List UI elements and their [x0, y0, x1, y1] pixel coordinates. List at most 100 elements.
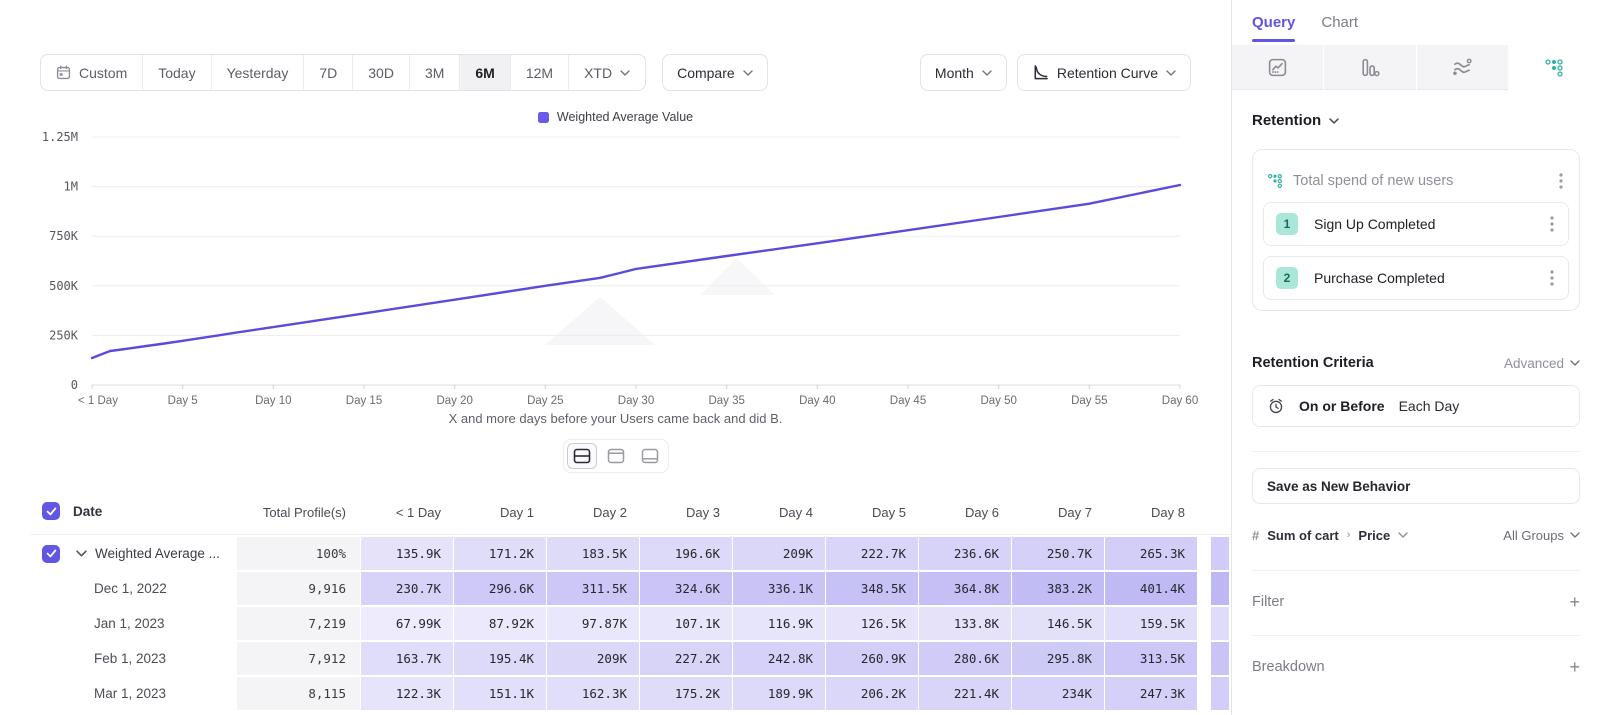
- all-groups-dropdown[interactable]: All Groups: [1503, 528, 1580, 543]
- step-menu-button[interactable]: [1548, 268, 1556, 288]
- column-header[interactable]: < 1 Day: [361, 505, 453, 520]
- behavior-step-1[interactable]: 1Sign Up Completed: [1263, 202, 1569, 246]
- retention-value-cell: 313.5K: [1105, 642, 1197, 675]
- retention-value-cell: 247.3K: [1105, 677, 1197, 710]
- chart-type-button[interactable]: Retention Curve: [1017, 54, 1191, 91]
- row-checkbox[interactable]: [42, 545, 60, 563]
- tab-chart[interactable]: Chart: [1321, 0, 1358, 45]
- retention-value-cell: 146.5K: [1012, 607, 1104, 640]
- expand-caret-icon[interactable]: [76, 550, 87, 557]
- layout-chart-view-button[interactable]: [601, 443, 631, 469]
- date-cell: Jan 1, 2023: [30, 607, 236, 640]
- behavior-step-2[interactable]: 2Purchase Completed: [1263, 256, 1569, 300]
- retention-icon: [1544, 58, 1564, 78]
- behavior-card: Total spend of new users 1Sign Up Comple…: [1252, 149, 1580, 311]
- chevron-down-icon: [1329, 118, 1339, 124]
- kebab-icon: [1559, 173, 1563, 189]
- retention-value-cell: 401.4K: [1105, 572, 1197, 605]
- svg-text:0: 0: [71, 378, 78, 392]
- svg-text:Day 45: Day 45: [890, 395, 926, 407]
- report-type-retention[interactable]: [1509, 45, 1600, 90]
- svg-text:1.25M: 1.25M: [42, 130, 78, 144]
- retention-value-cell: 311.5K: [547, 572, 639, 605]
- step-number-badge: 1: [1276, 213, 1298, 235]
- column-header[interactable]: Day 6: [919, 505, 1011, 520]
- report-type-insights[interactable]: [1232, 45, 1323, 90]
- report-type-funnels[interactable]: [1324, 45, 1415, 90]
- retention-value-cell: 163.7K: [361, 642, 453, 675]
- row-checkbox[interactable]: [42, 502, 60, 520]
- retention-section-header[interactable]: Retention: [1252, 112, 1580, 129]
- layout-table-view-button[interactable]: [635, 443, 665, 469]
- add-breakdown-button[interactable]: +: [1569, 658, 1580, 676]
- retention-value-cell: 236.6K: [919, 537, 1011, 570]
- save-as-new-behavior-button[interactable]: Save as New Behavior: [1252, 468, 1580, 504]
- retention-value-cell: 348.5K: [826, 572, 918, 605]
- range-today[interactable]: Today: [143, 55, 211, 90]
- check-icon: [46, 507, 57, 516]
- retention-value-cell: 227.2K: [640, 642, 732, 675]
- granularity-button[interactable]: Month: [920, 54, 1007, 91]
- range-custom[interactable]: Custom: [41, 55, 143, 90]
- retention-value-cell: 122.3K: [361, 677, 453, 710]
- kebab-icon: [1550, 216, 1554, 232]
- column-header[interactable]: Day 2: [547, 505, 639, 520]
- table-row[interactable]: Dec 1, 20229,916230.7K296.6K311.5K324.6K…: [30, 572, 1231, 605]
- check-icon: [46, 549, 57, 558]
- column-header[interactable]: Day 7: [1012, 505, 1104, 520]
- tab-query[interactable]: Query: [1252, 0, 1295, 45]
- chevron-down-icon: [1570, 360, 1580, 366]
- retention-icon: [1267, 173, 1283, 189]
- layout-split-view-button[interactable]: [567, 443, 597, 469]
- column-header[interactable]: Day 4: [733, 505, 825, 520]
- svg-text:Day 30: Day 30: [618, 395, 654, 407]
- range-7d[interactable]: 7D: [304, 55, 353, 90]
- table-row[interactable]: Weighted Average ...100%135.9K171.2K183.…: [30, 537, 1231, 570]
- column-header[interactable]: Day 1: [454, 505, 546, 520]
- flows-icon: [1451, 56, 1473, 78]
- date-column-header[interactable]: Date: [30, 502, 236, 520]
- svg-text:Day 40: Day 40: [799, 395, 835, 407]
- compare-button[interactable]: Compare: [662, 54, 768, 91]
- range-xtd[interactable]: XTD: [569, 55, 645, 90]
- behavior-menu-button[interactable]: [1557, 171, 1565, 191]
- report-type-flows[interactable]: [1417, 45, 1508, 90]
- svg-text:500K: 500K: [49, 279, 79, 293]
- range-3m[interactable]: 3M: [410, 55, 460, 90]
- step-menu-button[interactable]: [1548, 214, 1556, 234]
- chart-legend: Weighted Average Value: [0, 107, 1231, 127]
- sidebar-tabs: Query Chart: [1232, 0, 1600, 45]
- retention-value-cell: 364.8K: [919, 572, 1011, 605]
- column-header[interactable]: Day 5: [826, 505, 918, 520]
- retention-timing-row[interactable]: On or Before Each Day: [1252, 385, 1580, 427]
- chart-type-label: Retention Curve: [1057, 65, 1158, 81]
- breakdown-label: Breakdown: [1252, 659, 1325, 675]
- add-filter-button[interactable]: +: [1569, 593, 1580, 611]
- step-event-label: Purchase Completed: [1314, 270, 1532, 286]
- retention-value-cell: 209K: [547, 642, 639, 675]
- column-header[interactable]: Total Profile(s): [237, 505, 360, 520]
- criteria-mode-dropdown[interactable]: Advanced: [1504, 356, 1580, 371]
- measurement-row[interactable]: # Sum of cart › Price All Groups: [1252, 524, 1580, 546]
- date-cell: Weighted Average ...: [30, 537, 236, 570]
- range-6m[interactable]: 6M: [460, 55, 510, 90]
- insights-icon: [1267, 57, 1288, 78]
- retention-value-cell: 209K: [733, 537, 825, 570]
- svg-text:Day 60: Day 60: [1162, 395, 1198, 407]
- total-profiles-cell: 7,219: [237, 607, 360, 640]
- retention-curve-plot[interactable]: 0250K500K750K1M1.25M< 1 DayDay 5Day 10Da…: [0, 127, 1231, 411]
- column-header[interactable]: Day 8: [1105, 505, 1197, 520]
- table-row[interactable]: Feb 1, 20237,912163.7K195.4K209K227.2K24…: [30, 642, 1231, 675]
- filter-section: Filter +: [1252, 593, 1580, 611]
- retention-report-app: CustomTodayYesterday7D30D3M6M12MXTD Comp…: [0, 0, 1600, 715]
- table-row[interactable]: Jan 1, 20237,21967.99K87.92K97.87K107.1K…: [30, 607, 1231, 640]
- range-12m[interactable]: 12M: [511, 55, 569, 90]
- column-header[interactable]: Day 3: [640, 505, 732, 520]
- layout-toggle-group: [0, 439, 1231, 473]
- range-30d[interactable]: 30D: [353, 55, 410, 90]
- range-yesterday[interactable]: Yesterday: [212, 55, 305, 90]
- divider: [1252, 570, 1580, 571]
- table-row[interactable]: Mar 1, 20238,115122.3K151.1K162.3K175.2K…: [30, 677, 1231, 710]
- retention-value-cell: 221.4K: [919, 677, 1011, 710]
- behavior-card-header: Total spend of new users: [1263, 160, 1569, 202]
